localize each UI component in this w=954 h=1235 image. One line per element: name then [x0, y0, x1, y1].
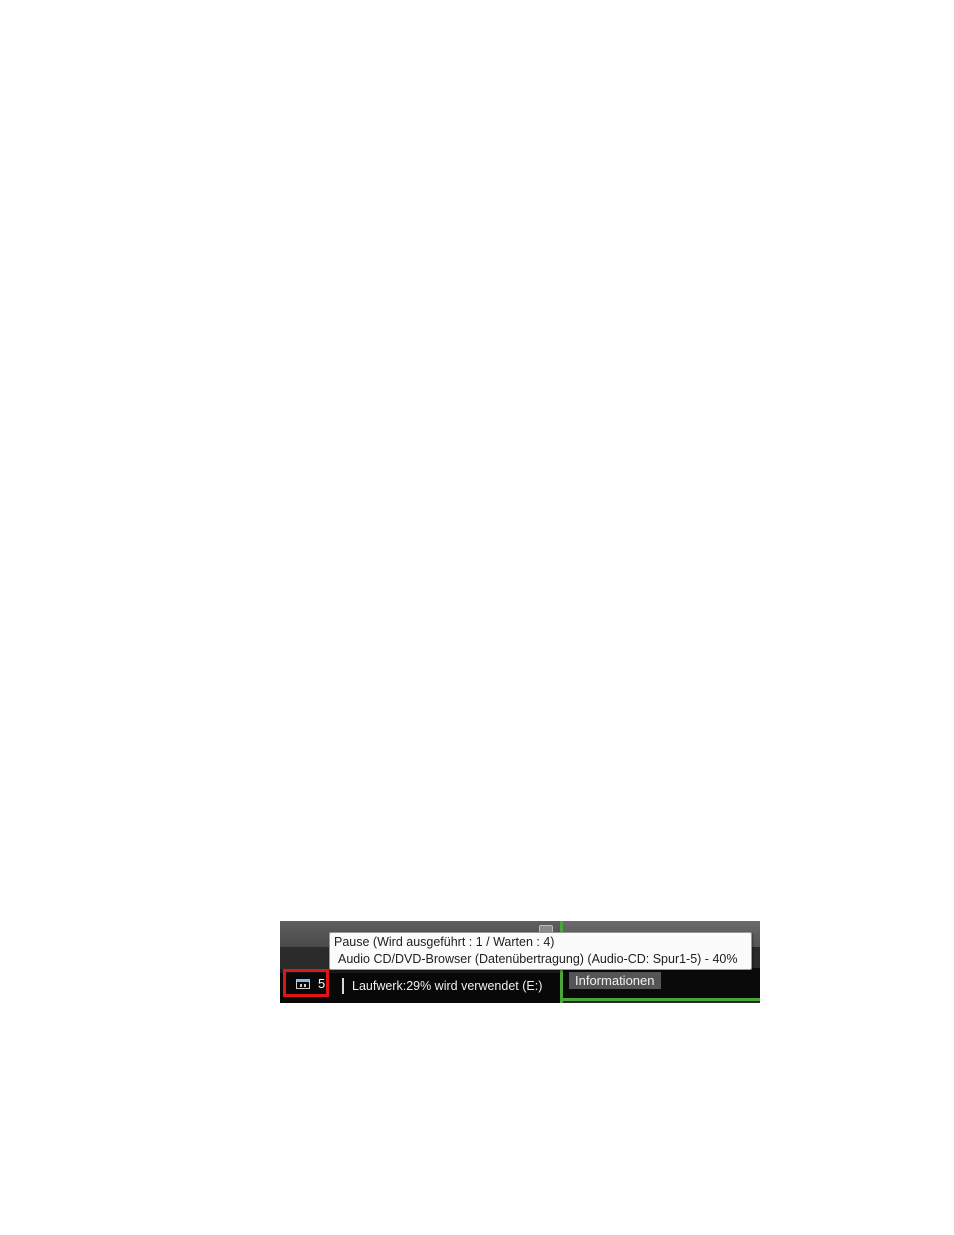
- task-queue-indicator[interactable]: 5: [283, 969, 329, 997]
- pause-icon: [296, 979, 310, 989]
- right-panel-accent-line: [563, 998, 760, 1001]
- drive-usage-status: Laufwerk:29% wird verwendet (E:): [352, 979, 543, 993]
- task-count: 5: [318, 976, 326, 991]
- tab-informationen[interactable]: Informationen: [569, 972, 661, 989]
- tooltip-pause-status: Pause (Wird ausgeführt : 1 / Warten : 4): [334, 935, 555, 949]
- tooltip-task-detail: Audio CD/DVD-Browser (Datenübertragung) …: [338, 952, 738, 966]
- task-tooltip: Pause (Wird ausgeführt : 1 / Warten : 4)…: [329, 932, 752, 970]
- status-separator: [342, 978, 344, 994]
- app-screenshot: Informationen 5 Laufwerk:29% wird verwen…: [280, 921, 760, 1003]
